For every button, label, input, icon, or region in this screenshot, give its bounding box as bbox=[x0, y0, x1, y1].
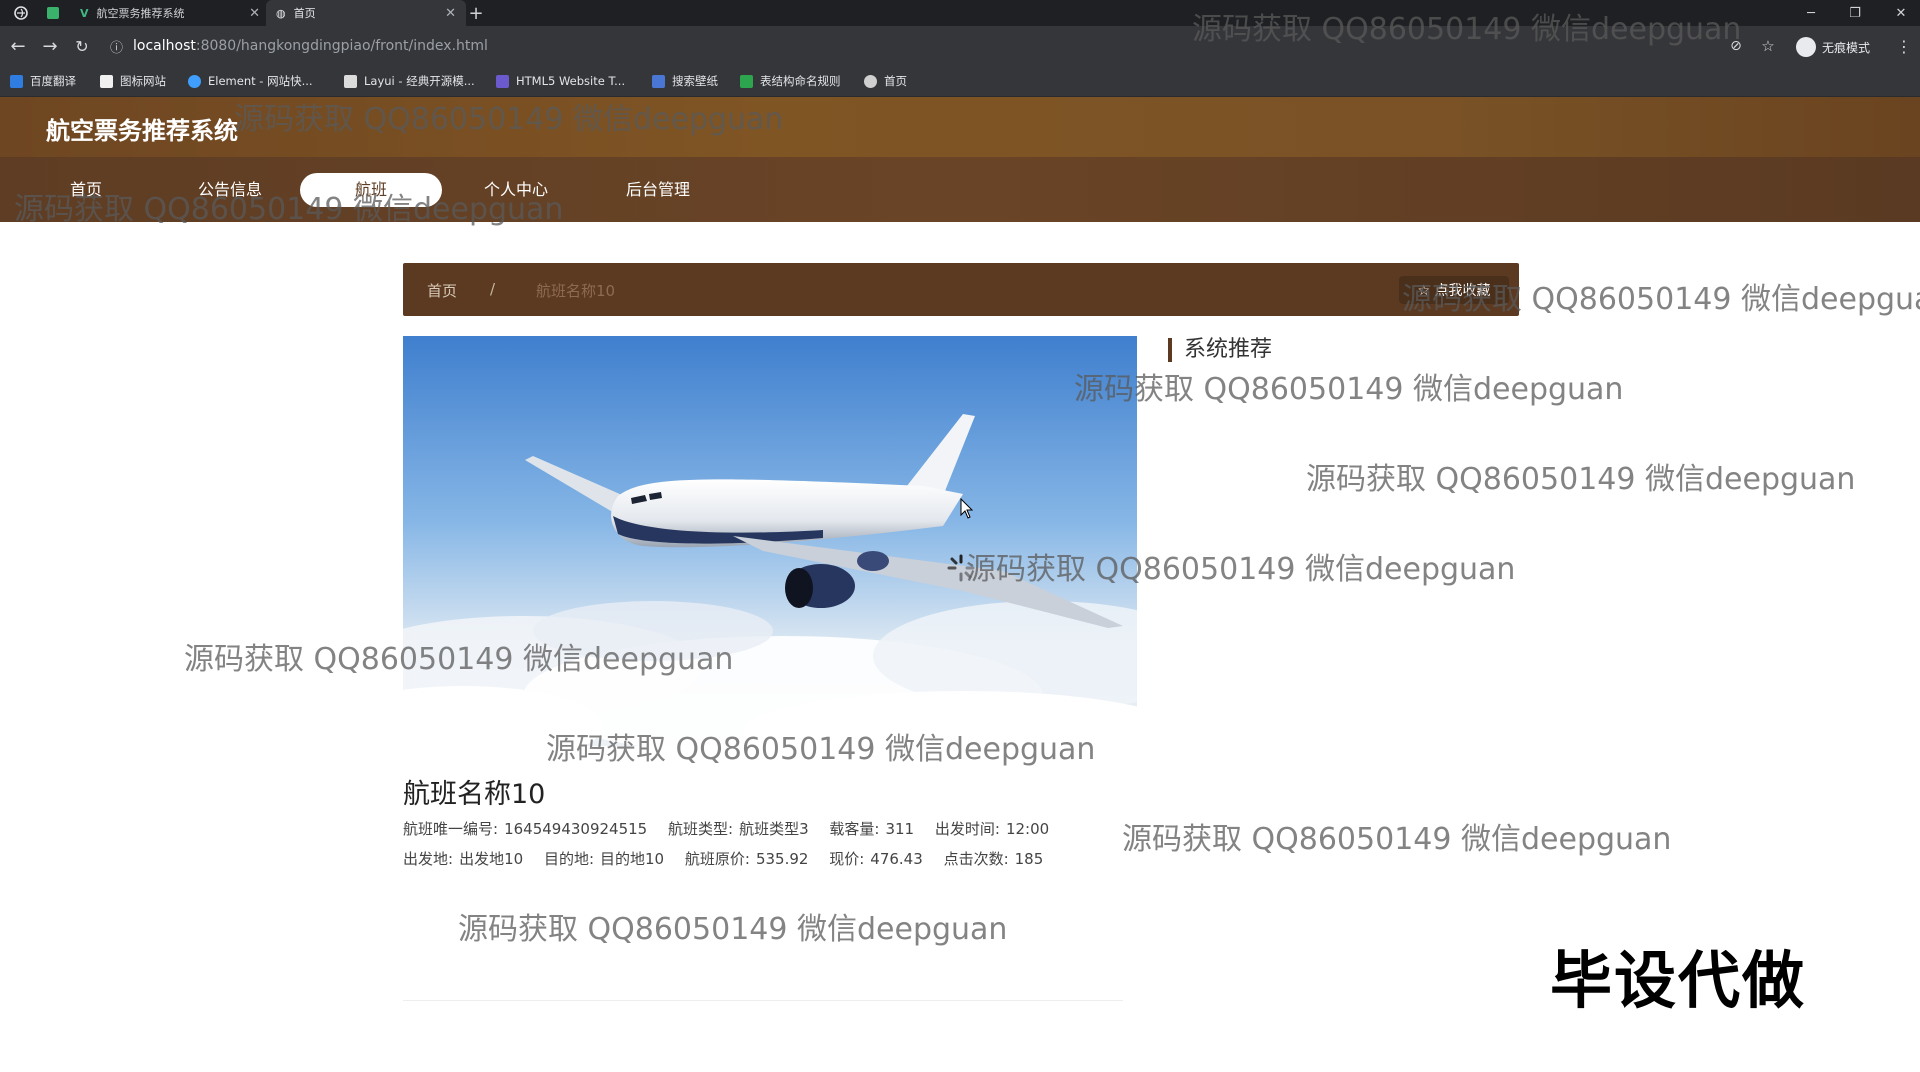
pinned-tab-icon[interactable] bbox=[42, 0, 64, 26]
field-value: 311 bbox=[885, 820, 915, 838]
field-value: 12:00 bbox=[1005, 820, 1050, 838]
url-host: localhost bbox=[133, 38, 196, 54]
reload-icon[interactable]: ↻ bbox=[70, 34, 94, 58]
watermark: 源码获取 QQ86050149 微信deepguan bbox=[1122, 822, 1672, 857]
bookmark-item[interactable]: 首页 bbox=[864, 72, 907, 90]
nav-admin[interactable]: 后台管理 bbox=[616, 179, 700, 201]
bookmark-item[interactable]: HTML5 Website T... bbox=[496, 72, 625, 90]
wallpaper-icon bbox=[652, 74, 665, 88]
breadcrumb-current: 航班名称10 bbox=[536, 282, 616, 300]
bookmark-item[interactable]: 表结构命名规则 bbox=[740, 72, 841, 90]
info-icon: ⓘ bbox=[110, 40, 124, 56]
watermark: 源码获取 QQ86050149 微信deepguan bbox=[14, 192, 564, 227]
field-label: 航班唯一编号: bbox=[403, 820, 499, 838]
mouse-cursor-icon bbox=[960, 497, 974, 520]
incognito-icon bbox=[1796, 37, 1816, 57]
field-label: 航班原价: bbox=[684, 850, 750, 868]
star-icon[interactable]: ☆ bbox=[1756, 34, 1780, 58]
tab-label: 航空票务推荐系统 bbox=[96, 7, 185, 20]
close-window-icon[interactable]: ✕ bbox=[1884, 0, 1918, 26]
kebab-menu-icon[interactable]: ⋮ bbox=[1892, 34, 1916, 58]
tab-flight-system[interactable]: V 航空票务推荐系统 ✕ bbox=[72, 0, 270, 26]
layui-icon bbox=[344, 74, 357, 88]
bookmark-label: Element - 网站快... bbox=[208, 74, 313, 88]
bookmark-item[interactable]: Element - 网站快... bbox=[188, 72, 313, 90]
watermark: 源码获取 QQ86050149 微信deepguan bbox=[546, 732, 1096, 767]
field-label: 目的地: bbox=[543, 850, 594, 868]
bookmark-label: 搜索壁纸 bbox=[672, 74, 718, 88]
flight-info-row-1: 航班唯一编号: 164549430924515 航班类型: 航班类型3 载客量: 31… bbox=[403, 818, 1055, 839]
close-icon[interactable]: ✕ bbox=[445, 6, 456, 21]
html5-icon bbox=[496, 74, 509, 88]
close-icon[interactable]: ✕ bbox=[249, 6, 260, 21]
bookmark-item[interactable]: 图标网站 bbox=[100, 72, 166, 90]
breadcrumb-home[interactable]: 首页 bbox=[427, 280, 457, 301]
forward-icon[interactable]: → bbox=[38, 34, 62, 58]
bookmark-label: 百度翻译 bbox=[30, 74, 76, 88]
flight-title: 航班名称10 bbox=[403, 779, 546, 810]
field-label: 点击次数: bbox=[943, 850, 1009, 868]
field-label: 出发地: bbox=[403, 850, 454, 868]
divider bbox=[403, 1000, 1123, 1001]
field-label: 出发时间: bbox=[934, 820, 1000, 838]
flight-image bbox=[403, 336, 1137, 746]
bookmark-item[interactable]: 搜索壁纸 bbox=[652, 72, 718, 90]
tab-label: 首页 bbox=[293, 7, 316, 20]
bookmark-item[interactable]: Layui - 经典开源模... bbox=[344, 72, 475, 90]
recommend-title: 系统推荐 bbox=[1168, 338, 1272, 362]
globe-icon bbox=[864, 74, 877, 88]
field-value: 185 bbox=[1014, 850, 1044, 868]
browser-menu-icon[interactable] bbox=[6, 0, 36, 26]
field-value: 164549430924515 bbox=[504, 820, 648, 838]
airplane-illustration bbox=[403, 336, 1137, 746]
new-tab-button[interactable]: + bbox=[466, 0, 486, 26]
field-label: 航班类型: bbox=[668, 820, 734, 838]
restore-icon[interactable]: ❐ bbox=[1838, 0, 1872, 26]
watermark: 源码获取 QQ86050149 微信deepguan bbox=[1192, 12, 1742, 47]
bookmarks-bar: 百度翻译 图标网站 Element - 网站快... Layui - 经典开源模… bbox=[0, 66, 1920, 97]
field-value: 出发地10 bbox=[459, 850, 524, 868]
field-value: 目的地10 bbox=[600, 850, 665, 868]
watermark: 源码获取 QQ86050149 微信deepguan bbox=[234, 102, 784, 137]
bookmark-item[interactable]: 百度翻译 bbox=[10, 72, 76, 90]
field-value: 航班类型3 bbox=[739, 820, 809, 838]
field-label: 载客量: bbox=[829, 820, 880, 838]
breadcrumb-separator: / bbox=[490, 280, 496, 298]
field-value: 476.43 bbox=[870, 850, 923, 868]
watermark: 源码获取 QQ86050149 微信deepguan bbox=[458, 912, 1008, 947]
bookmark-label: 图标网站 bbox=[120, 74, 166, 88]
url-path: :8080/hangkongdingpiao/front/index.html bbox=[195, 38, 488, 54]
watermark: 源码获取 QQ86050149 微信deepguan bbox=[966, 552, 1516, 587]
translate-icon bbox=[10, 74, 23, 88]
incognito-indicator[interactable]: 无痕模式 bbox=[1796, 36, 1870, 58]
tab-home[interactable]: ◍ 首页 ✕ bbox=[266, 0, 466, 26]
profile-label: 无痕模式 bbox=[1822, 40, 1871, 55]
minimize-icon[interactable]: ─ bbox=[1794, 0, 1828, 26]
flight-info-row-2: 出发地: 出发地10 目的地: 目的地10 航班原价: 535.92 现价: 476.4… bbox=[403, 848, 1049, 869]
breadcrumb: 首页 / 航班名称10 ☆ 点我收藏 bbox=[403, 263, 1519, 316]
vue-icon: V bbox=[80, 6, 89, 20]
field-label: 现价: bbox=[829, 850, 865, 868]
bookmark-label: 表结构命名规则 bbox=[760, 74, 841, 88]
sheet-icon bbox=[740, 74, 753, 88]
bookmark-label: Layui - 经典开源模... bbox=[364, 74, 475, 88]
watermark: 源码获取 QQ86050149 微信deepguan bbox=[1074, 372, 1624, 407]
bookmark-label: 首页 bbox=[884, 74, 907, 88]
site-title: 航空票务推荐系统 bbox=[46, 117, 238, 145]
globe-icon: ◍ bbox=[276, 6, 286, 20]
field-value: 535.92 bbox=[755, 850, 809, 868]
watermark: 源码获取 QQ86050149 微信deepguan bbox=[184, 642, 734, 677]
watermark: 源码获取 QQ86050149 微信deepguan bbox=[1306, 462, 1856, 497]
bookmark-label: HTML5 Website T... bbox=[516, 74, 626, 88]
watermark: 源码获取 QQ86050149 微信deepguan bbox=[1402, 282, 1920, 317]
back-icon[interactable]: ← bbox=[6, 34, 30, 58]
corner-promo-text: 毕设代做 bbox=[1550, 944, 1807, 1017]
flag-icon bbox=[100, 74, 113, 88]
element-icon bbox=[188, 74, 201, 88]
